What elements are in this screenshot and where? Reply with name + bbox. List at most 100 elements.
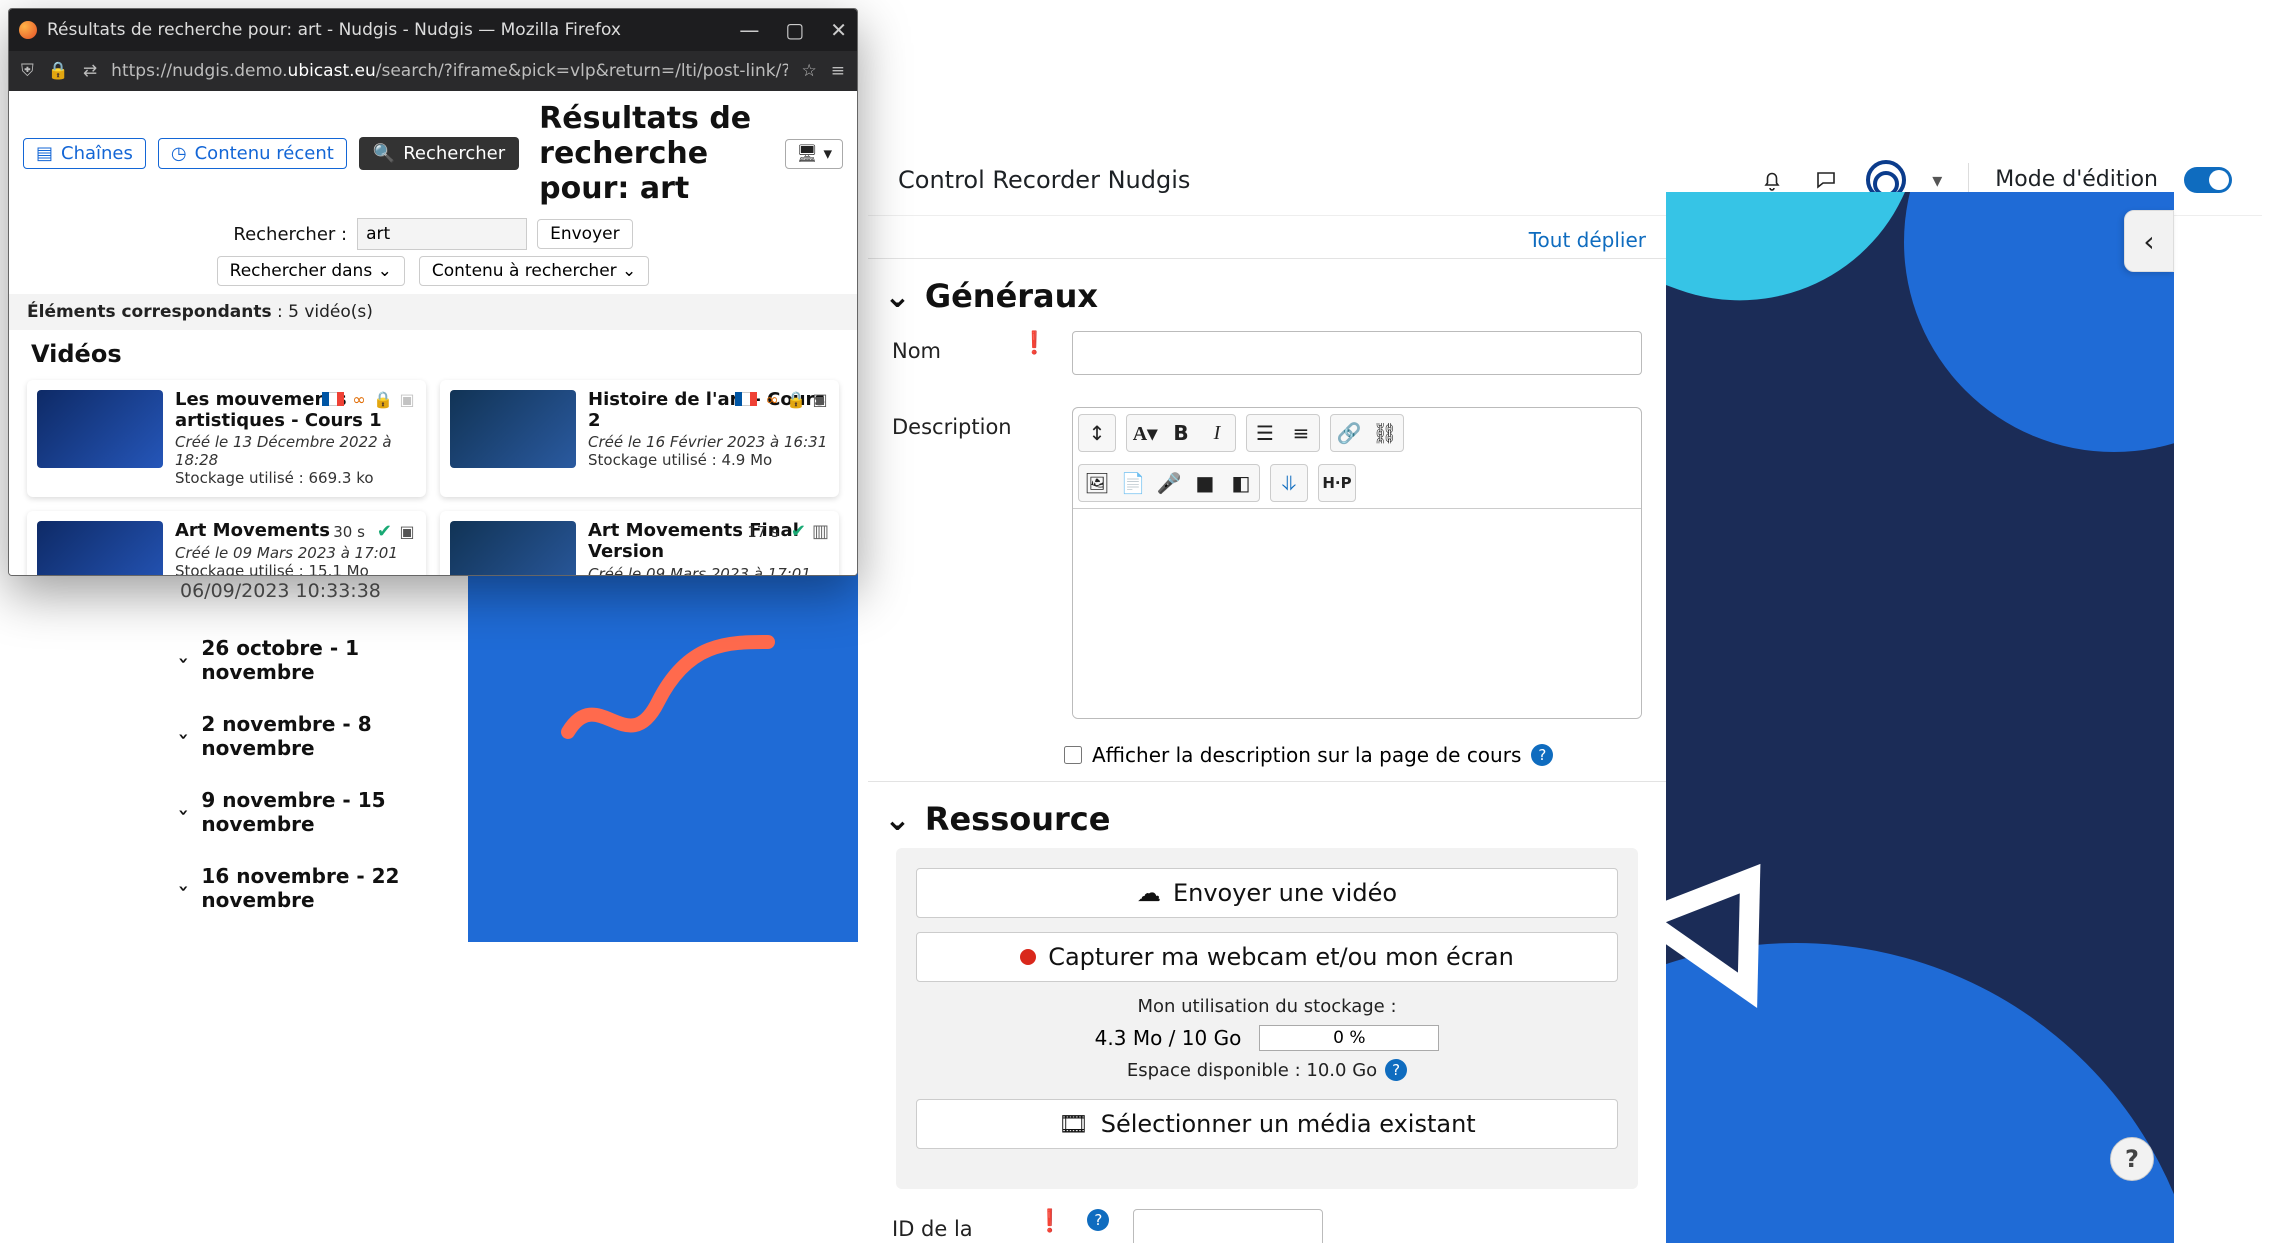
video-storage: Stockage utilisé : 4.9 Mo bbox=[588, 451, 829, 469]
camera-icon: ▣ bbox=[398, 523, 416, 541]
timestamp: 06/09/2023 10:33:38 bbox=[180, 580, 470, 602]
search-input[interactable] bbox=[357, 218, 527, 250]
video-created: Créé le 09 Mars 2023 à 17:01 bbox=[588, 565, 829, 575]
select-existing-button[interactable]: 🎞 Sélectionner un média existant bbox=[916, 1099, 1618, 1149]
check-icon: ✔ bbox=[377, 521, 392, 542]
rte-mic-button[interactable]: 🎤 bbox=[1151, 465, 1187, 501]
search-label: Rechercher : bbox=[233, 224, 347, 245]
edit-toggle[interactable] bbox=[2184, 167, 2232, 193]
window-titlebar: Résultats de recherche pour: art - Nudgi… bbox=[9, 9, 857, 51]
section-heading[interactable]: ⌄Généraux bbox=[884, 277, 1650, 315]
rte-italic-button[interactable]: I bbox=[1199, 415, 1235, 451]
url-text: https://nudgis.demo.ubicast.eu/search/?i… bbox=[111, 61, 787, 81]
channels-button[interactable]: ▤Chaînes bbox=[23, 138, 146, 169]
topic-row[interactable]: ›16 novembre - 22 novembre bbox=[180, 864, 470, 912]
recent-button[interactable]: ◷Contenu récent bbox=[158, 138, 347, 169]
description-label: Description bbox=[892, 407, 1012, 439]
lock-icon: 🔒 bbox=[787, 390, 805, 408]
maximize-icon[interactable]: ▢ bbox=[785, 18, 804, 42]
topic-row[interactable]: ›2 novembre - 8 novembre bbox=[180, 712, 470, 760]
thumbnail bbox=[37, 521, 163, 575]
rte-image-button[interactable]: 🖼 bbox=[1079, 465, 1115, 501]
results-heading: Résultats de recherche pour: art bbox=[539, 101, 773, 206]
help-icon[interactable]: ? bbox=[1531, 744, 1553, 766]
search-content-dropdown[interactable]: Contenu à rechercher ⌄ bbox=[419, 256, 649, 286]
camera-icon: ▣ bbox=[811, 390, 829, 408]
help-icon[interactable]: ? bbox=[1087, 1209, 1109, 1231]
edit-mode-label: Mode d'édition bbox=[1995, 167, 2158, 192]
rte-list-ul-button[interactable]: ☰ bbox=[1247, 415, 1283, 451]
required-icon: ❗ bbox=[1036, 1209, 1063, 1234]
record-icon bbox=[1020, 949, 1036, 965]
section-heading[interactable]: ⌄Ressource bbox=[884, 800, 1650, 838]
search-in-dropdown[interactable]: Rechercher dans ⌄ bbox=[217, 256, 405, 286]
duration: 30 s bbox=[333, 523, 365, 541]
course-outline: 06/09/2023 10:33:38 ›26 octobre - 1 nove… bbox=[180, 580, 470, 940]
drawer-toggle[interactable]: ‹ bbox=[2124, 210, 2174, 272]
video-card[interactable]: 17 s ✔ ▥ Art Movements Final Version Cré… bbox=[440, 511, 839, 575]
layers-icon: ▤ bbox=[36, 143, 53, 164]
video-card[interactable]: ∞ 🔒 ▣ Histoire de l'art - Cours 2 Créé l… bbox=[440, 380, 839, 497]
chat-icon[interactable] bbox=[1812, 166, 1840, 194]
chevron-down-icon: ⌄ bbox=[884, 800, 911, 838]
thumbnail bbox=[37, 390, 163, 468]
address-bar[interactable]: ⛨ 🔒 ⇄ https://nudgis.demo.ubicast.eu/sea… bbox=[9, 51, 857, 91]
rte-expand-icon[interactable]: ↕ bbox=[1079, 415, 1115, 451]
rte-body[interactable] bbox=[1073, 508, 1641, 718]
lock-icon: 🔒 bbox=[374, 390, 392, 408]
submit-button[interactable]: Envoyer bbox=[537, 219, 633, 249]
upload-video-button[interactable]: ☁ Envoyer une vidéo bbox=[916, 868, 1618, 918]
rte-manage-button[interactable]: ◧ bbox=[1223, 465, 1259, 501]
rte-list-ol-button[interactable]: ≡ bbox=[1283, 415, 1319, 451]
bookmark-icon[interactable]: ☆ bbox=[802, 61, 817, 81]
resource-id-label: ID de la ressource bbox=[892, 1209, 1012, 1243]
capture-button[interactable]: Capturer ma webcam et/ou mon écran bbox=[916, 932, 1618, 982]
topic-label: 26 octobre - 1 novembre bbox=[201, 636, 470, 684]
topic-row[interactable]: ›26 octobre - 1 novembre bbox=[180, 636, 470, 684]
permissions-icon: ⇄ bbox=[83, 61, 97, 81]
close-icon[interactable]: ✕ bbox=[830, 18, 847, 42]
help-icon[interactable]: ? bbox=[1385, 1059, 1407, 1081]
rich-text-editor[interactable]: ↕ A▾ B I ☰ ≡ 🔗 bbox=[1072, 407, 1642, 719]
resource-id-input[interactable] bbox=[1133, 1209, 1323, 1243]
rte-h5p-button[interactable]: H·P bbox=[1319, 465, 1355, 501]
rte-link-button[interactable]: 🔗 bbox=[1331, 415, 1367, 451]
rte-heading-button[interactable]: A▾ bbox=[1127, 415, 1163, 451]
hero-background bbox=[1666, 192, 2174, 1243]
video-storage: Stockage utilisé : 669.3 ko bbox=[175, 469, 416, 487]
thumbnail bbox=[450, 390, 576, 468]
topic-label: 2 novembre - 8 novembre bbox=[201, 712, 470, 760]
storage-available: Espace disponible : 10.0 Go bbox=[1127, 1060, 1377, 1081]
chevron-right-icon: › bbox=[173, 656, 194, 663]
topic-label: 9 novembre - 15 novembre bbox=[201, 788, 470, 836]
rte-unlink-button[interactable]: ⛓ bbox=[1367, 415, 1403, 451]
video-card[interactable]: 30 s ✔ ▣ Art Movements Créé le 09 Mars 2… bbox=[27, 511, 426, 575]
video-card[interactable]: ∞ 🔒 ▣ Les mouvements artistiques - Cours… bbox=[27, 380, 426, 497]
rte-file-button[interactable]: 📄 bbox=[1115, 465, 1151, 501]
name-input[interactable] bbox=[1072, 331, 1642, 375]
unfold-all-link[interactable]: Tout déplier bbox=[1529, 228, 1646, 252]
search-icon: 🔍 bbox=[373, 143, 395, 164]
minimize-icon[interactable]: — bbox=[739, 18, 759, 42]
bell-icon[interactable] bbox=[1758, 166, 1786, 194]
chevron-right-icon: › bbox=[173, 808, 194, 815]
required-icon: ❗ bbox=[1021, 331, 1048, 356]
rte-download-button[interactable]: ⥥ bbox=[1271, 465, 1307, 501]
video-created: Créé le 16 Février 2023 à 16:31 bbox=[588, 433, 829, 451]
storage-label: Mon utilisation du stockage : bbox=[916, 996, 1618, 1017]
help-button[interactable]: ? bbox=[2110, 1137, 2154, 1181]
clock-icon: ◷ bbox=[171, 143, 187, 164]
topic-row[interactable]: ›9 novembre - 15 novembre bbox=[180, 788, 470, 836]
share-icon: ∞ bbox=[763, 390, 781, 408]
video-created: Créé le 09 Mars 2023 à 17:01 bbox=[175, 544, 416, 562]
form-panel: Tout déplier ⌄Généraux Nom ❗ Description… bbox=[868, 216, 1666, 1243]
search-mode-button[interactable]: 🔍Rechercher bbox=[359, 137, 519, 170]
rte-video-button[interactable]: ■ bbox=[1187, 465, 1223, 501]
menu-icon[interactable]: ≡ bbox=[831, 61, 845, 81]
display-mode-button[interactable]: 🖥 ▾ bbox=[785, 139, 843, 169]
film-icon: 🎞 bbox=[1058, 1110, 1088, 1138]
chevron-down-icon[interactable]: ▾ bbox=[1932, 168, 1942, 192]
popup-window: Résultats de recherche pour: art - Nudgi… bbox=[8, 8, 858, 576]
rte-bold-button[interactable]: B bbox=[1163, 415, 1199, 451]
show-description-checkbox[interactable] bbox=[1064, 746, 1082, 764]
